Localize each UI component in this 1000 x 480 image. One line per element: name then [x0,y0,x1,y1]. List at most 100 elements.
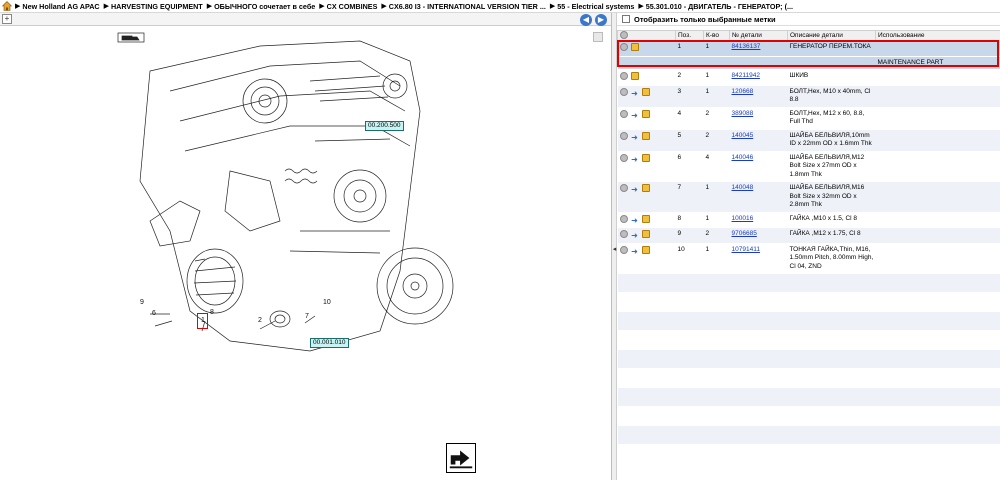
part-number-link[interactable]: 120668 [732,88,754,95]
add-to-cart-box-icon[interactable] [641,87,650,96]
diagram-label-9[interactable]: 9 [140,299,144,306]
empty-cell [787,56,876,70]
previous-arrow-icon[interactable]: ◀ [580,14,592,26]
row-select-icon[interactable] [619,184,628,192]
replacement-arrow-icon[interactable]: ➜ [631,111,639,120]
replacement-arrow-icon[interactable]: ➜ [631,155,639,164]
row-select-icon[interactable] [619,43,628,51]
empty-cell [675,56,704,70]
row-select-icon[interactable] [619,214,628,223]
breadcrumb-item-model[interactable]: CX6.80 I3 - INTERNATIONAL VERSION TIER .… [389,2,546,11]
row-part-number[interactable]: 389088 [729,107,788,130]
row-part-number[interactable]: 84211942 [729,69,788,86]
part-number-link[interactable]: 84211942 [732,72,760,79]
row-part-number[interactable]: 140048 [729,181,788,213]
row-part-number[interactable]: 10791411 [729,243,788,274]
select-all-icon[interactable] [620,31,628,39]
header-usage[interactable]: Использование [875,30,1000,41]
add-to-cart-box-icon[interactable] [641,131,650,140]
part-number-link[interactable]: 140046 [732,154,754,161]
row-part-number[interactable]: 9706685 [729,227,788,244]
replacement-arrow-icon[interactable]: ➜ [631,89,639,98]
part-number-link[interactable]: 9706685 [732,230,757,237]
table-row[interactable]: ➜ 8 1 100016 ГАЙКА ,M10 x 1.5, Cl 8 [617,212,1000,228]
part-number-link[interactable]: 140048 [732,184,754,191]
empty-cell [675,311,704,331]
diagram-scroll-handle[interactable] [593,32,603,42]
header-qty[interactable]: К-во [703,30,730,41]
add-to-cart-box-icon[interactable] [641,230,650,238]
diagram-label-7[interactable]: 7 [305,313,309,320]
breadcrumb-item-system[interactable]: 55 - Electrical systems [557,2,634,11]
add-to-cart-box-icon[interactable] [630,72,639,80]
part-number-link[interactable]: 140045 [732,132,754,139]
header-description[interactable]: Описание детали [787,30,876,41]
table-row[interactable]: ➜ 7 1 140048 ШАЙБА БЕЛЬВИЛЯ,M16 Bolt Size x … [617,181,1000,213]
part-number-link[interactable]: 389088 [732,110,754,117]
header-part-number[interactable]: № детали [729,30,788,41]
show-selected-only-checkbox[interactable] [622,15,630,23]
table-row[interactable]: ➜ 5 2 140045 ШАЙБА БЕЛЬВИЛЯ,10mm ID x 22mm O… [617,129,1000,152]
add-to-cart-box-icon[interactable] [641,245,650,254]
row-select-icon[interactable] [619,109,628,118]
breadcrumb-item-equipment[interactable]: HARVESTING EQUIPMENT [111,2,203,11]
row-select-icon[interactable] [619,87,628,96]
exit-view-icon[interactable] [446,443,476,473]
table-row-note: MAINTENANCE PART [617,56,1000,70]
expand-icon[interactable]: + [2,14,12,24]
row-part-number[interactable]: 140045 [729,129,788,152]
part-number-link[interactable]: 84136137 [732,43,761,50]
row-qty: 2 [703,129,730,152]
diagram-label-highlight [197,313,208,329]
table-row[interactable]: 2 1 84211942 ШКИВ [617,69,1000,86]
table-row[interactable]: ➜ 9 2 9706685 ГАЙКА ,M12 x 1.75, Cl 8 [617,227,1000,244]
next-arrow-icon[interactable]: ▶ [595,14,607,26]
breadcrumb-item-brand[interactable]: New Holland AG APAC [22,2,99,11]
row-select-icon[interactable] [619,153,628,162]
replacement-arrow-icon[interactable]: ➜ [631,186,639,194]
maintenance-part-note: MAINTENANCE PART [875,56,1000,70]
add-to-cart-box-icon[interactable] [641,214,650,223]
diagram-label-8[interactable]: 8 [210,309,214,316]
add-to-cart-box-icon[interactable] [641,184,650,192]
add-to-cart-box-icon[interactable] [630,43,639,51]
row-select-icon[interactable] [619,230,628,238]
part-number-link[interactable]: 10791411 [732,246,760,253]
add-to-cart-box-icon[interactable] [641,109,650,118]
empty-cell [617,311,676,331]
row-pos: 3 [675,85,704,108]
diagram-callout-top[interactable]: 00.200.500 [365,121,404,131]
row-select-icon[interactable] [619,245,628,254]
table-row[interactable]: 1 1 84136137 ГЕНЕРАТОР ПЕРЕМ.ТОКА [617,40,1000,57]
diagram-callout-bottom[interactable]: 00.001.010 [310,338,349,348]
empty-cell [617,387,676,407]
row-part-number[interactable]: 120668 [729,85,788,108]
diagram-label-10[interactable]: 10 [323,299,331,306]
add-to-cart-box-icon[interactable] [641,153,650,162]
breadcrumb-item-section[interactable]: 55.301.010 - ДВИГАТЕЛЬ - ГЕНЕРАТОР; (... [646,2,793,11]
table-row[interactable]: ➜ 10 1 10791411 ТОНКАЯ ГАЙКА,Thin, M16, 1.50… [617,243,1000,274]
replacement-arrow-icon[interactable]: ➜ [631,133,639,142]
diagram-label-2[interactable]: 2 [258,317,262,324]
empty-cell [787,330,876,350]
table-row[interactable]: ➜ 6 4 140046 ШАЙБА БЕЛЬВИЛЯ,M12 Bolt Size x … [617,151,1000,182]
table-row[interactable]: ➜ 3 1 120668 БОЛТ,Hex, M10 x 40mm, Cl 8.8 [617,85,1000,108]
row-select-icon[interactable] [619,131,628,140]
replacement-arrow-icon[interactable]: ➜ [631,216,639,225]
row-part-number[interactable]: 100016 [729,212,788,228]
row-part-number[interactable]: 84136137 [729,40,788,57]
part-number-link[interactable]: 100016 [732,215,754,222]
home-icon[interactable] [2,1,12,11]
breadcrumb-item-product-line[interactable]: CX COMBINES [327,2,378,11]
header-pos[interactable]: Поз. [675,30,704,41]
row-select-icon[interactable] [619,72,628,80]
diagram-label-6[interactable]: 6 [152,310,156,317]
table-row[interactable]: ➜ 4 2 389088 БОЛТ,Hex, M12 x 60, 8.8, Full T… [617,107,1000,130]
row-part-number[interactable]: 140046 [729,151,788,182]
replacement-arrow-icon[interactable]: ➜ [631,232,639,240]
row-icons: ➜ [617,243,676,274]
empty-cell [787,387,876,407]
breadcrumb-item-category[interactable]: ОБЫЧНОГО сочетает в себе [214,2,315,11]
row-icons [617,69,676,86]
replacement-arrow-icon[interactable]: ➜ [631,247,639,256]
